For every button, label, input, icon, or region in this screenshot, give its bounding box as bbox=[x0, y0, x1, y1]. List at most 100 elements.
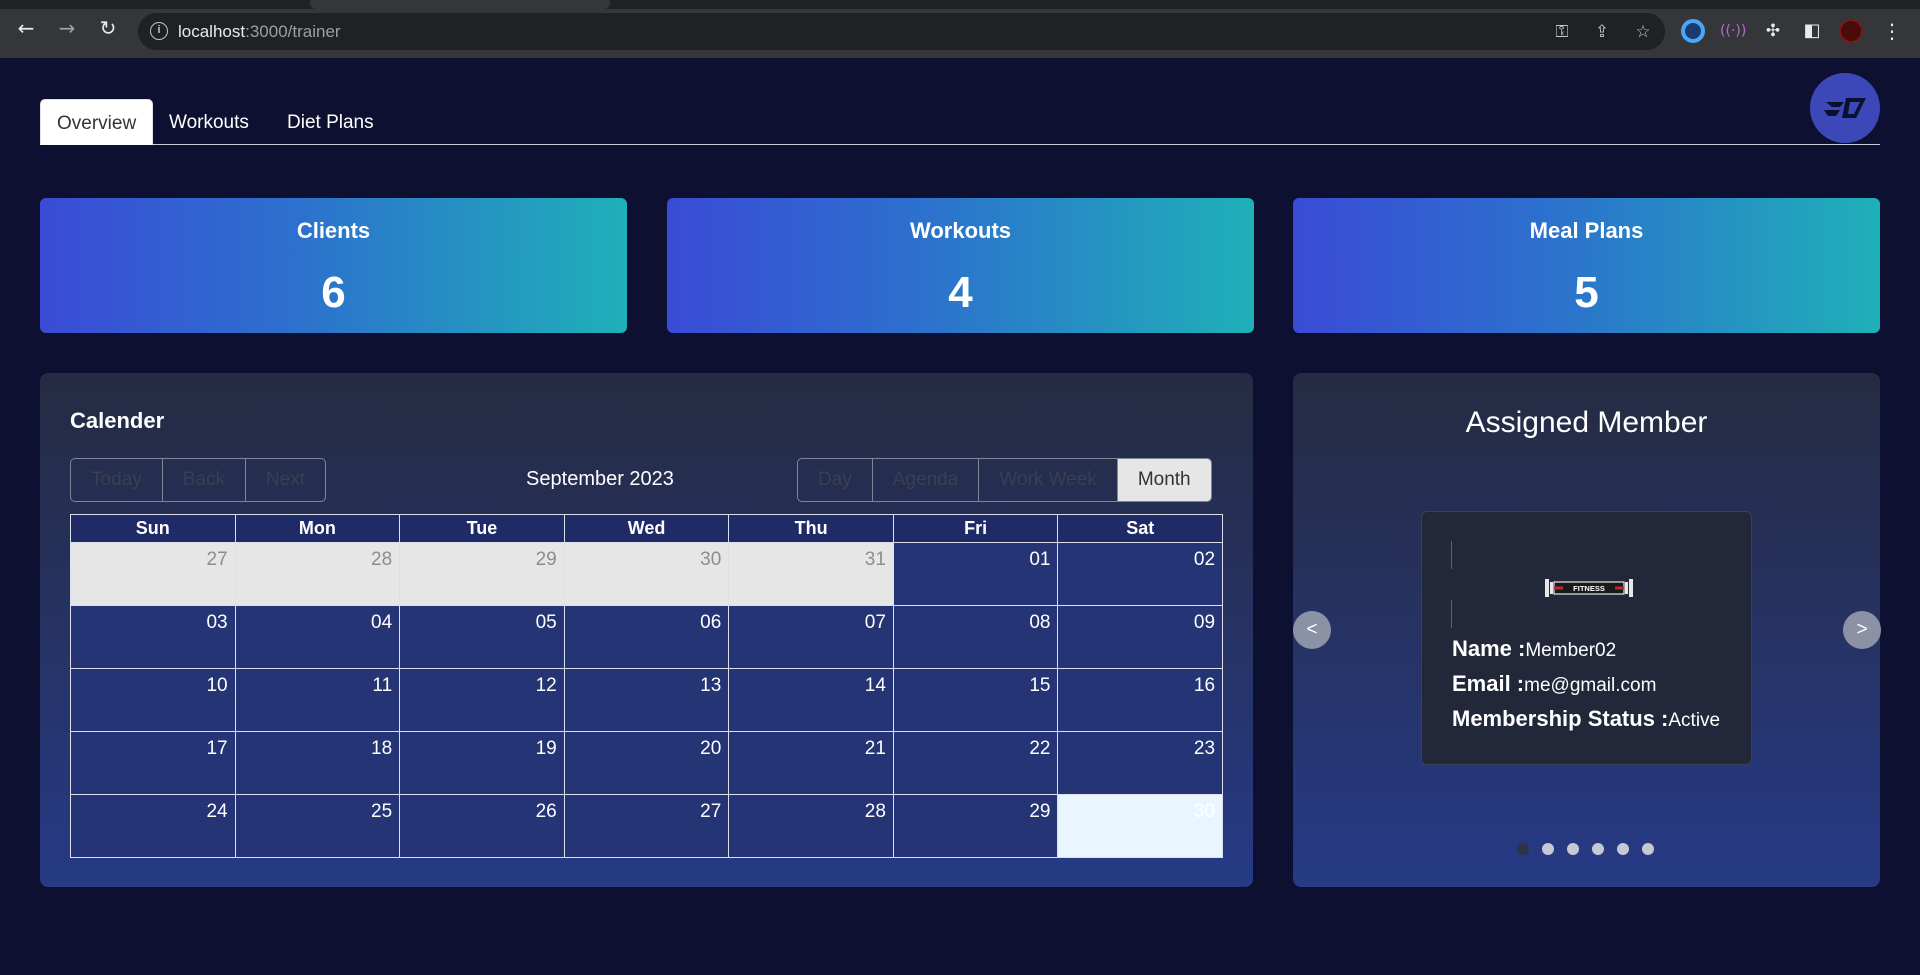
view-day-button[interactable]: Day bbox=[798, 459, 873, 501]
member-card[interactable]: FITNESS Name :Member02 Email :me@gmail.c… bbox=[1421, 511, 1752, 765]
carousel-dot[interactable] bbox=[1592, 843, 1604, 855]
calendar-month-label: September 2023 bbox=[526, 468, 674, 490]
stat-label: Workouts bbox=[909, 218, 1012, 243]
extension-icon[interactable] bbox=[1681, 19, 1705, 43]
brand-logo-icon bbox=[1824, 98, 1866, 118]
weekday-label: Wed bbox=[563, 515, 729, 542]
tab-diet-plans[interactable]: Diet Plans bbox=[271, 99, 390, 145]
month-grid: Sun Mon Tue Wed Thu Fri Sat 27 28 29 30 31 01… bbox=[70, 514, 1223, 858]
stat-label: Clients bbox=[296, 218, 371, 243]
view-work-week-button[interactable]: Work Week bbox=[979, 459, 1118, 501]
calendar-day-cell[interactable]: 14 bbox=[728, 669, 893, 731]
calendar-day-cell[interactable]: 27 bbox=[71, 543, 235, 605]
address-bar[interactable]: i localhost:3000/trainer ⚿ ⇪ ☆ bbox=[138, 13, 1665, 50]
calendar-day-cell[interactable]: 31 bbox=[728, 543, 893, 605]
brand-logo[interactable] bbox=[1810, 73, 1880, 143]
url-text[interactable]: localhost:3000/trainer bbox=[178, 22, 341, 42]
calendar-day-cell[interactable]: 09 bbox=[1057, 606, 1223, 668]
bookmark-star-icon[interactable]: ☆ bbox=[1632, 21, 1654, 43]
calendar-day-cell[interactable]: 20 bbox=[563, 732, 729, 794]
weekday-label: Sun bbox=[135, 518, 170, 538]
calendar-day-cell[interactable]: 04 bbox=[234, 606, 400, 668]
calendar-day-cell[interactable]: 10 bbox=[71, 669, 235, 731]
calendar-day-cell[interactable]: 29 bbox=[892, 795, 1058, 857]
calendar-day-cell[interactable]: 17 bbox=[71, 732, 235, 794]
calendar-day-cell[interactable]: 23 bbox=[1057, 732, 1223, 794]
carousel-dot[interactable] bbox=[1642, 843, 1654, 855]
calendar-day-cell[interactable]: 13 bbox=[563, 669, 729, 731]
today-button[interactable]: Today bbox=[71, 459, 163, 501]
view-agenda-button[interactable]: Agenda bbox=[873, 459, 980, 501]
carousel-dot[interactable] bbox=[1542, 843, 1554, 855]
assigned-member-title: Assigned Member bbox=[1465, 406, 1708, 439]
calendar-day-cell[interactable]: 11 bbox=[234, 669, 400, 731]
stat-label: Meal Plans bbox=[1529, 218, 1644, 243]
calendar-day-today[interactable]: 30 bbox=[1057, 795, 1223, 857]
calendar-day-cell[interactable]: 21 bbox=[728, 732, 893, 794]
weekday-label: Fri bbox=[892, 515, 1058, 542]
weekday-label: Mon bbox=[234, 515, 400, 542]
calendar-day-cell[interactable]: 28 bbox=[234, 543, 400, 605]
puzzle-extensions-icon[interactable]: ✣ bbox=[1761, 19, 1785, 43]
weekday-label: Tue bbox=[399, 515, 564, 542]
back-button[interactable]: Back bbox=[163, 459, 246, 501]
calendar-day-cell[interactable]: 24 bbox=[71, 795, 235, 857]
calendar-title: Calender bbox=[70, 408, 165, 433]
calendar-day-cell[interactable]: 16 bbox=[1057, 669, 1223, 731]
next-button[interactable]: Next bbox=[246, 459, 325, 501]
calendar-nav-buttons: Today Back Next bbox=[70, 458, 327, 502]
forward-arrow-icon[interactable]: → bbox=[55, 16, 79, 40]
calendar-day-cell[interactable]: 22 bbox=[892, 732, 1058, 794]
calendar-week-row: 10 11 12 13 14 15 16 bbox=[71, 668, 1223, 731]
weekday-label: Thu bbox=[728, 515, 893, 542]
calendar-day-cell[interactable]: 15 bbox=[892, 669, 1058, 731]
calendar-day-cell[interactable]: 08 bbox=[892, 606, 1058, 668]
calendar-day-cell[interactable]: 12 bbox=[399, 669, 564, 731]
carousel-next-button[interactable]: > bbox=[1843, 611, 1881, 649]
carousel-dot[interactable] bbox=[1517, 843, 1529, 855]
carousel-dot[interactable] bbox=[1617, 843, 1629, 855]
key-icon[interactable]: ⚿ bbox=[1551, 21, 1573, 43]
calendar-day-cell[interactable]: 02 bbox=[1057, 543, 1223, 605]
stat-value: 5 bbox=[1574, 268, 1599, 317]
profile-avatar[interactable] bbox=[1839, 19, 1863, 43]
browser-tab[interactable] bbox=[310, 0, 610, 9]
carousel-dot[interactable] bbox=[1567, 843, 1579, 855]
view-month-button[interactable]: Month bbox=[1117, 459, 1211, 501]
side-panel-icon[interactable]: ◧ bbox=[1800, 19, 1824, 43]
calendar-day-cell[interactable]: 05 bbox=[399, 606, 564, 668]
calendar-day-cell[interactable]: 27 bbox=[563, 795, 729, 857]
stat-value: 4 bbox=[948, 268, 973, 317]
calendar-day-cell[interactable]: 06 bbox=[563, 606, 729, 668]
calendar-week-row: 24 25 26 27 28 29 30 bbox=[71, 794, 1223, 857]
share-icon[interactable]: ⇪ bbox=[1591, 21, 1613, 43]
workouts-stat-card: Workouts 4 bbox=[667, 198, 1254, 333]
fitness-logo-text: FITNESS bbox=[1573, 584, 1605, 593]
calendar-day-cell[interactable]: 26 bbox=[399, 795, 564, 857]
podcast-extension-icon[interactable]: ((·)) bbox=[1720, 19, 1746, 43]
card-divider bbox=[1451, 600, 1452, 628]
more-menu-icon[interactable]: ⋮ bbox=[1880, 19, 1904, 43]
calendar-day-cell[interactable]: 30 bbox=[563, 543, 729, 605]
calendar-day-cell[interactable]: 25 bbox=[234, 795, 400, 857]
calendar-day-cell[interactable]: 18 bbox=[234, 732, 400, 794]
member-name: Member02 bbox=[1525, 640, 1617, 661]
calendar-day-cell[interactable]: 29 bbox=[399, 543, 564, 605]
back-arrow-icon[interactable]: ← bbox=[14, 16, 38, 40]
tab-workouts[interactable]: Workouts bbox=[153, 99, 265, 145]
calendar-day-cell[interactable]: 07 bbox=[728, 606, 893, 668]
site-info-icon[interactable]: i bbox=[150, 22, 168, 40]
carousel-prev-button[interactable]: < bbox=[1293, 611, 1331, 649]
tab-overview[interactable]: Overview bbox=[40, 99, 154, 145]
member-email-row: Email :me@gmail.com bbox=[1452, 671, 1656, 697]
reload-icon[interactable]: ↻ bbox=[96, 16, 120, 40]
member-status-row: Membership Status :Active bbox=[1452, 706, 1720, 732]
calendar-day-cell[interactable]: 03 bbox=[71, 606, 235, 668]
calendar-day-cell[interactable]: 19 bbox=[399, 732, 564, 794]
calendar-day-cell[interactable]: 01 bbox=[892, 543, 1058, 605]
browser-tabstrip bbox=[0, 0, 1920, 9]
calendar-panel: Calender Today Back Next September 2023 … bbox=[40, 373, 1253, 887]
calendar-day-cell[interactable]: 28 bbox=[728, 795, 893, 857]
member-name-label: Name : bbox=[1452, 636, 1526, 661]
app-tab-bar: Overview Workouts Diet Plans bbox=[40, 99, 1880, 145]
